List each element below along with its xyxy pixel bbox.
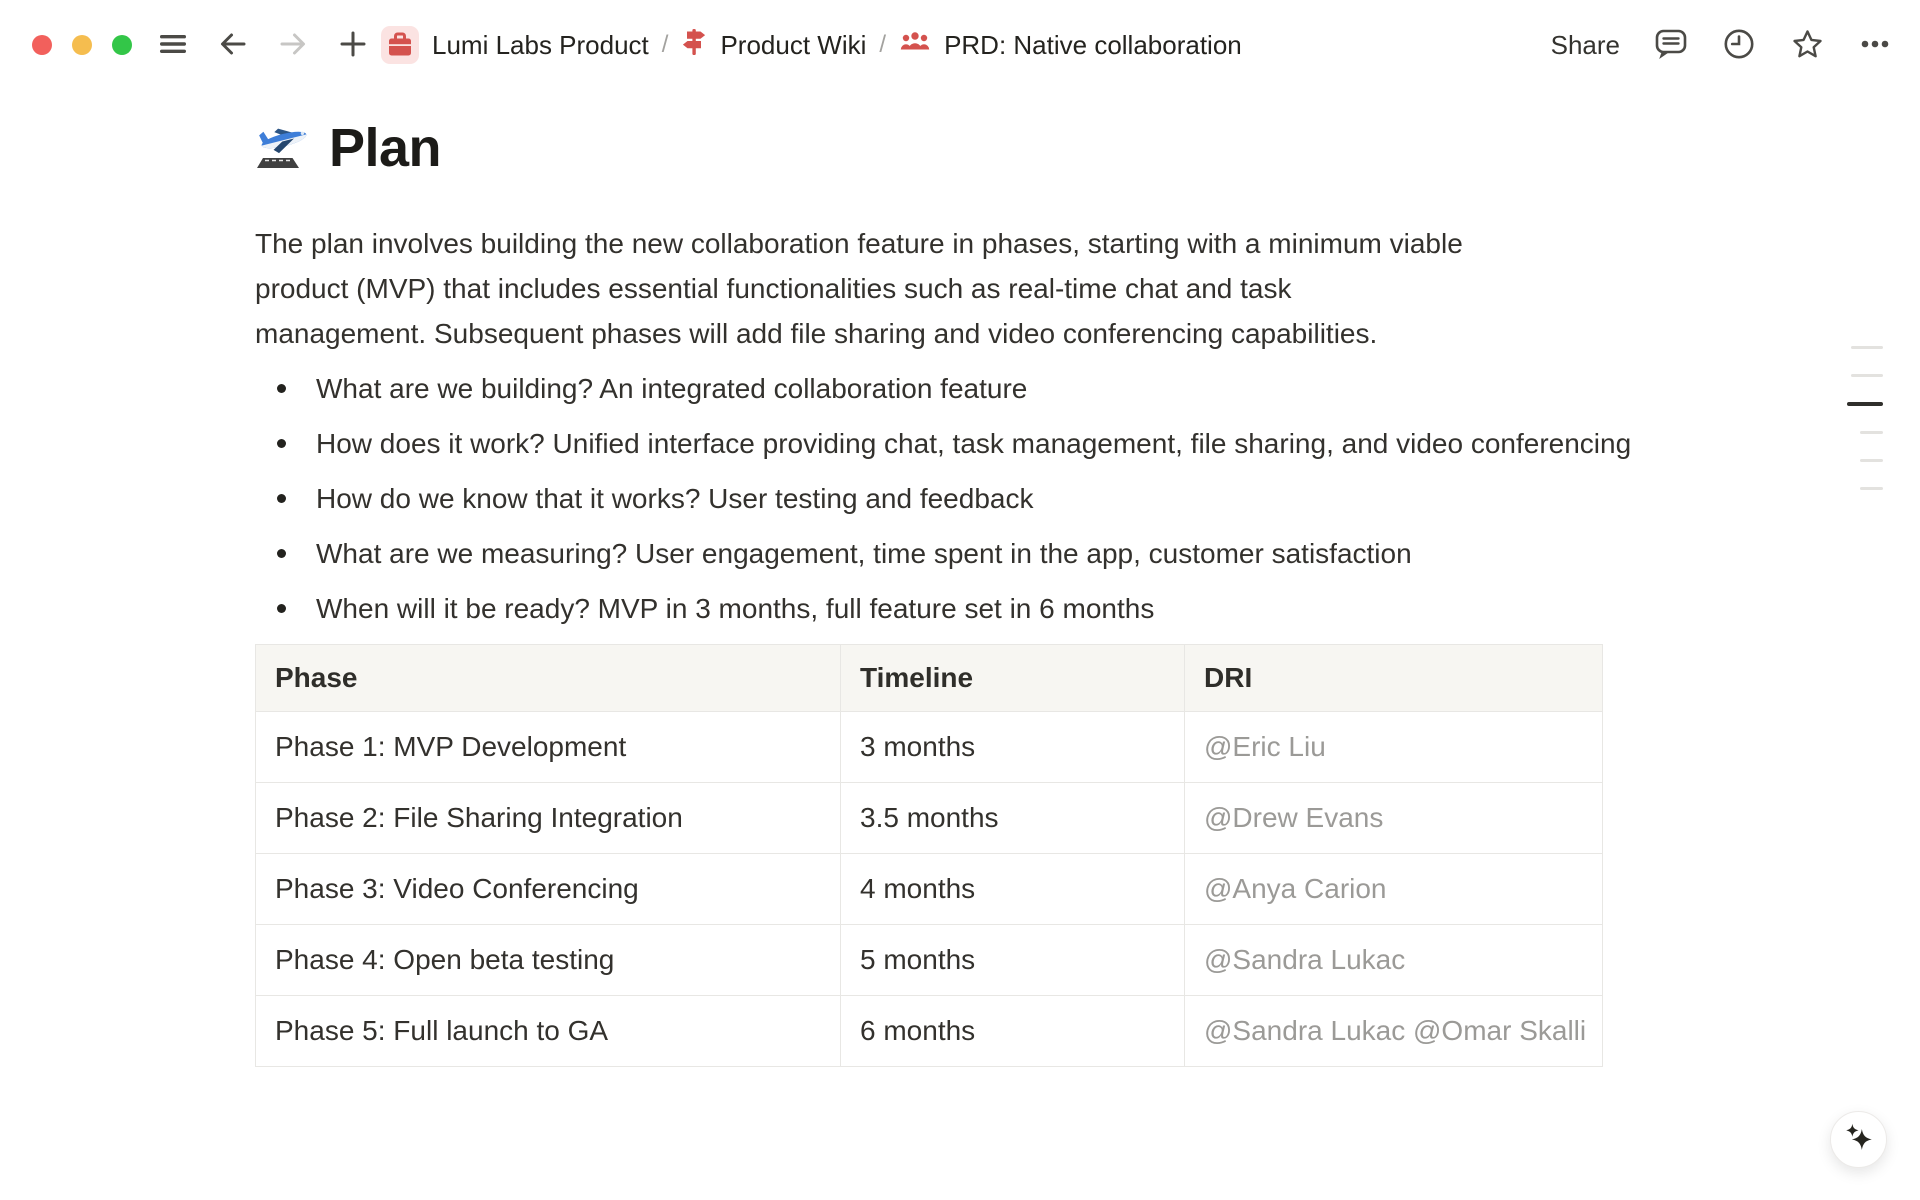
phase-cell: Phase 2: File Sharing Integration [256,783,841,854]
table-row: Phase 2: File Sharing Integration 3.5 mo… [256,783,1603,854]
back-button[interactable] [216,28,250,62]
outline-section-marker[interactable] [1851,374,1883,377]
breadcrumb-label: Lumi Labs Product [432,30,649,61]
outline-section-marker-active[interactable] [1847,402,1883,406]
list-item: How does it work? Unified interface prov… [255,421,1665,466]
table-row: Phase 1: MVP Development 3 months @Eric … [256,712,1603,783]
table-row: Phase 3: Video Conferencing 4 months @An… [256,854,1603,925]
ai-assistant-button[interactable] [1830,1111,1887,1168]
comments-button[interactable] [1654,28,1688,62]
question-list: What are we building? An integrated coll… [255,366,1665,631]
table-row: Phase 4: Open beta testing 5 months @San… [256,925,1603,996]
breadcrumb-separator: / [662,31,669,59]
list-item: What are we measuring? User engagement, … [255,531,1665,576]
table-header-row: Phase Timeline DRI [256,645,1603,712]
forward-button[interactable] [276,28,310,62]
person-mention[interactable]: @Eric Liu [1204,731,1326,762]
person-mention[interactable]: @Drew Evans [1204,802,1383,833]
list-item: What are we building? An integrated coll… [255,366,1665,411]
hamburger-icon [156,27,190,64]
intro-line: product (MVP) that includes essential fu… [255,266,1665,311]
close-window-button[interactable] [32,35,52,55]
intro-line: management. Subsequent phases will add f… [255,311,1665,356]
favorite-star-icon [1789,26,1826,65]
timeline-cell: 3 months [841,712,1185,783]
team-icon [899,29,931,62]
outline-section-marker[interactable] [1860,459,1883,462]
column-header-dri: DRI [1185,645,1603,712]
outline-indicator [1847,346,1883,490]
column-header-phase: Phase [256,645,841,712]
forward-arrow-icon [276,27,310,64]
breadcrumb-item-page[interactable]: PRD: Native collaboration [899,29,1242,62]
dri-cell: @Drew Evans [1185,783,1603,854]
zoom-window-button[interactable] [112,35,132,55]
favorite-button[interactable] [1790,28,1824,62]
person-mention[interactable]: @Anya Carion [1204,873,1387,904]
person-mention[interactable]: @Sandra Lukac [1204,944,1405,975]
dri-cell: @Sandra Lukac [1185,925,1603,996]
breadcrumb-item-wiki[interactable]: Product Wiki [681,26,866,65]
more-options-button[interactable] [1858,28,1892,62]
breadcrumb-label: Product Wiki [720,30,866,61]
briefcase-icon [381,26,419,64]
timeline-cell: 4 months [841,854,1185,925]
list-item: When will it be ready? MVP in 3 months, … [255,586,1665,631]
intro-line: The plan involves building the new colla… [255,221,1665,266]
airplane-departure-emoji[interactable] [255,116,313,179]
breadcrumb-label: PRD: Native collaboration [944,30,1242,61]
history-button[interactable] [1722,28,1756,62]
phase-cell: Phase 4: Open beta testing [256,925,841,996]
dri-cell: @Eric Liu [1185,712,1603,783]
window-controls [32,35,132,55]
window-toolbar: Lumi Labs Product / Product Wiki / PRD: … [0,0,1920,90]
table-row: Phase 5: Full launch to GA 6 months @San… [256,996,1603,1067]
timeline-cell: 5 months [841,925,1185,996]
breadcrumb-separator: / [879,31,886,59]
comments-icon [1653,26,1689,65]
new-page-button[interactable] [336,28,370,62]
phase-cell: Phase 1: MVP Development [256,712,841,783]
person-mention[interactable]: @Sandra Lukac @Omar Skalli [1204,1015,1586,1046]
timeline-cell: 6 months [841,996,1185,1067]
breadcrumb-item-teamspace[interactable]: Lumi Labs Product [381,26,649,64]
history-clock-icon [1722,27,1756,64]
page-title: Plan [329,117,441,179]
dri-cell: @Sandra Lukac @Omar Skalli [1185,996,1603,1067]
intro-paragraph: The plan involves building the new colla… [255,221,1665,356]
breadcrumb: Lumi Labs Product / Product Wiki / PRD: … [381,26,1242,65]
page-content: Plan The plan involves building the new … [255,116,1665,1067]
sidebar-menu-button[interactable] [156,28,190,62]
signpost-icon [681,26,707,65]
share-button[interactable]: Share [1551,30,1620,61]
phase-cell: Phase 5: Full launch to GA [256,996,841,1067]
outline-section-marker[interactable] [1851,346,1883,349]
list-item: How do we know that it works? User testi… [255,476,1665,521]
minimize-window-button[interactable] [72,35,92,55]
dri-cell: @Anya Carion [1185,854,1603,925]
sparkles-icon [1841,1120,1877,1159]
timeline-cell: 3.5 months [841,783,1185,854]
back-arrow-icon [216,27,250,64]
outline-section-marker[interactable] [1860,431,1883,434]
phase-cell: Phase 3: Video Conferencing [256,854,841,925]
outline-section-marker[interactable] [1860,487,1883,490]
plus-icon [336,27,370,64]
column-header-timeline: Timeline [841,645,1185,712]
plan-table: Phase Timeline DRI Phase 1: MVP Developm… [255,644,1603,1067]
more-options-icon [1858,27,1892,64]
